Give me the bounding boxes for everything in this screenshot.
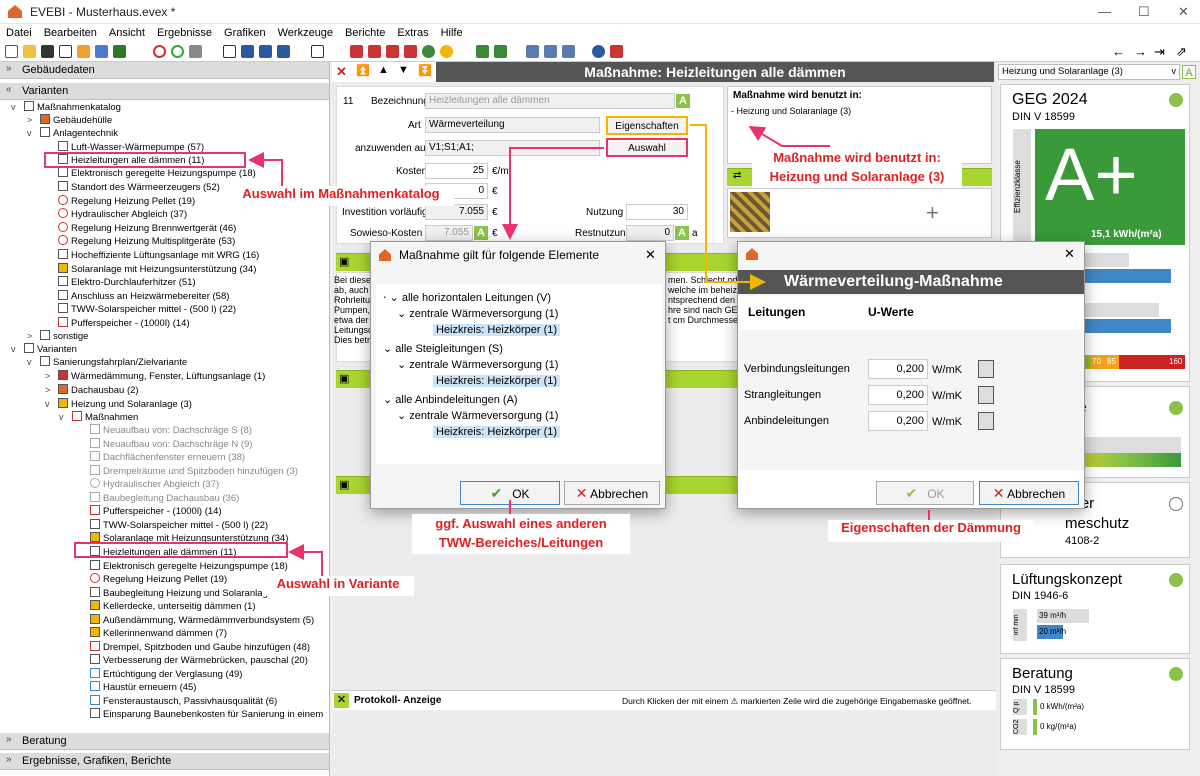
highlight-catalog [44, 152, 246, 168]
annotation-benutzt: Maßnahme wird benutzt in: Heizung und So… [752, 148, 962, 188]
arrow-catalog [248, 152, 283, 186]
annotation-daemmung: Eigenschaften der Dämmung [828, 520, 1034, 542]
annotation-arrows [248, 124, 930, 578]
arrow-auswahl [502, 147, 604, 240]
annotation-variant: Auswahl in Variante [262, 576, 414, 596]
highlight-variant [74, 542, 288, 558]
arrow-benutzt [748, 125, 830, 147]
annotation-auswahl: ggf. Auswahl eines anderen TWW-Bereiches… [412, 514, 630, 554]
annotation-catalog: Auswahl im Maßnahmenkatalog [228, 186, 454, 206]
arrow-variant [288, 544, 323, 578]
